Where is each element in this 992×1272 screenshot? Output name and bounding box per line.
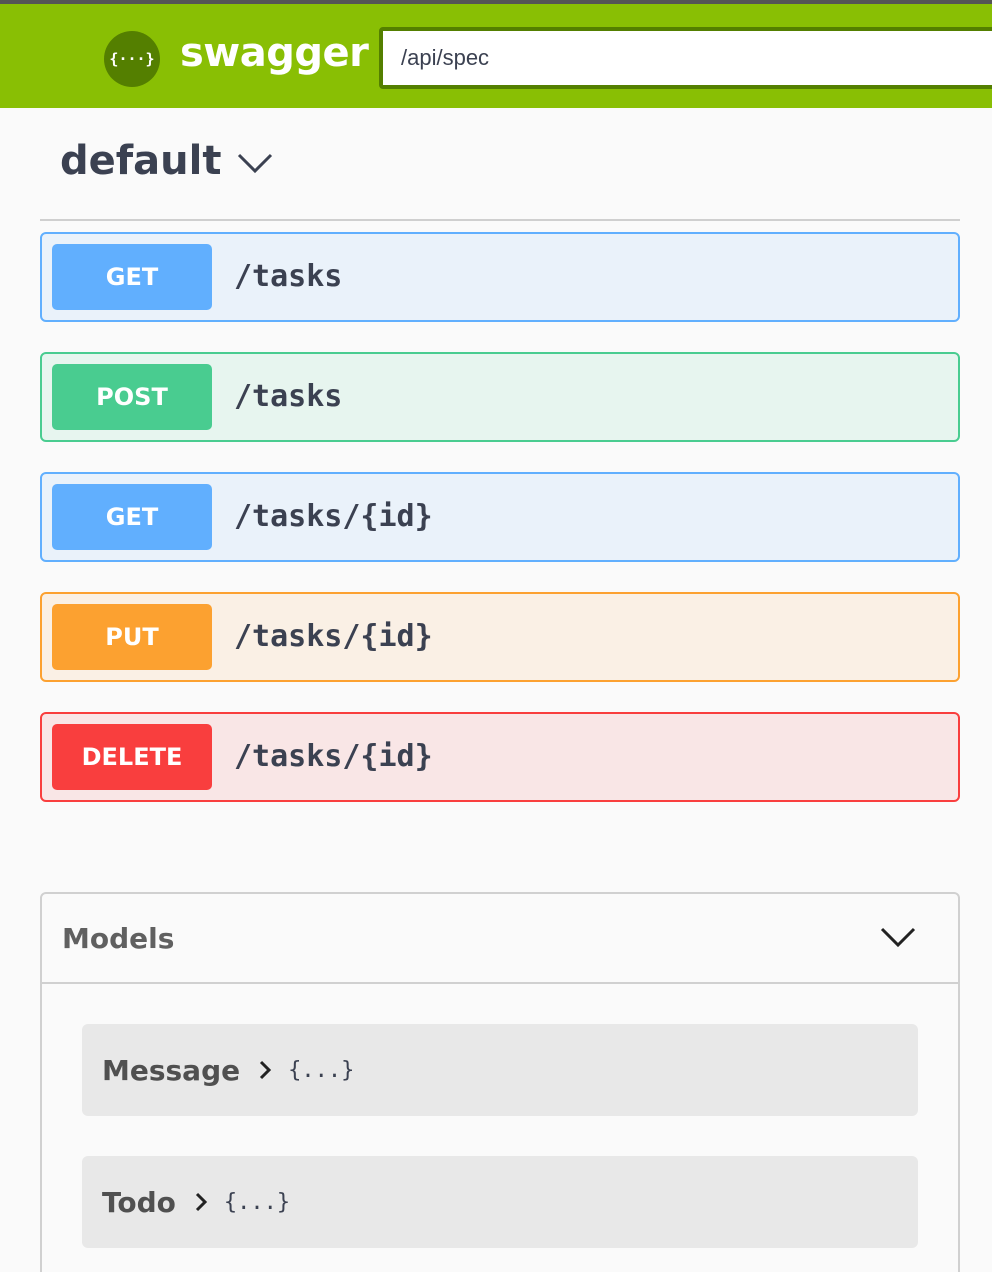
logo-glyph: {···} [109,50,155,68]
model-name: Message [102,1053,241,1087]
swagger-logo-text[interactable]: swagger [180,30,369,76]
models-title: Models [62,922,175,955]
method-badge: DELETE [52,724,212,790]
method-badge: PUT [52,604,212,670]
method-badge: GET [52,484,212,550]
models-header[interactable]: Models [42,894,958,984]
method-badge: POST [52,364,212,430]
tag-section-title: default [60,138,222,184]
operation-delete-task-by-id[interactable]: DELETE /tasks/{id} [40,712,960,802]
operation-path: /tasks/{id} [234,499,433,534]
model-item-todo[interactable]: Todo {...} [82,1156,918,1248]
section-divider [40,219,960,221]
operation-put-task-by-id[interactable]: PUT /tasks/{id} [40,592,960,682]
model-collapsed-brace: {...} [223,1189,291,1215]
top-bar-border [0,0,992,4]
method-badge: GET [52,244,212,310]
models-section: Models Message {...} Todo {...} [40,892,960,1272]
model-item-message[interactable]: Message {...} [82,1024,918,1116]
tag-section-header[interactable]: default [60,138,273,184]
chevron-down-icon [238,153,273,174]
chevron-right-icon [260,1060,272,1080]
top-bar: {···} swagger [0,0,992,108]
operation-path: /tasks [234,259,343,294]
swagger-logo-icon[interactable]: {···} [104,31,160,87]
operation-path: /tasks/{id} [234,619,433,654]
operation-path: /tasks/{id} [234,739,433,774]
operation-post-tasks[interactable]: POST /tasks [40,352,960,442]
chevron-right-icon [195,1192,208,1212]
model-collapsed-brace: {...} [288,1057,355,1083]
spec-url-input[interactable] [379,27,992,89]
chevron-down-icon [880,927,916,948]
operation-path: /tasks [234,379,343,414]
operation-get-task-by-id[interactable]: GET /tasks/{id} [40,472,960,562]
model-name: Todo [102,1185,176,1219]
operation-get-tasks[interactable]: GET /tasks [40,232,960,322]
